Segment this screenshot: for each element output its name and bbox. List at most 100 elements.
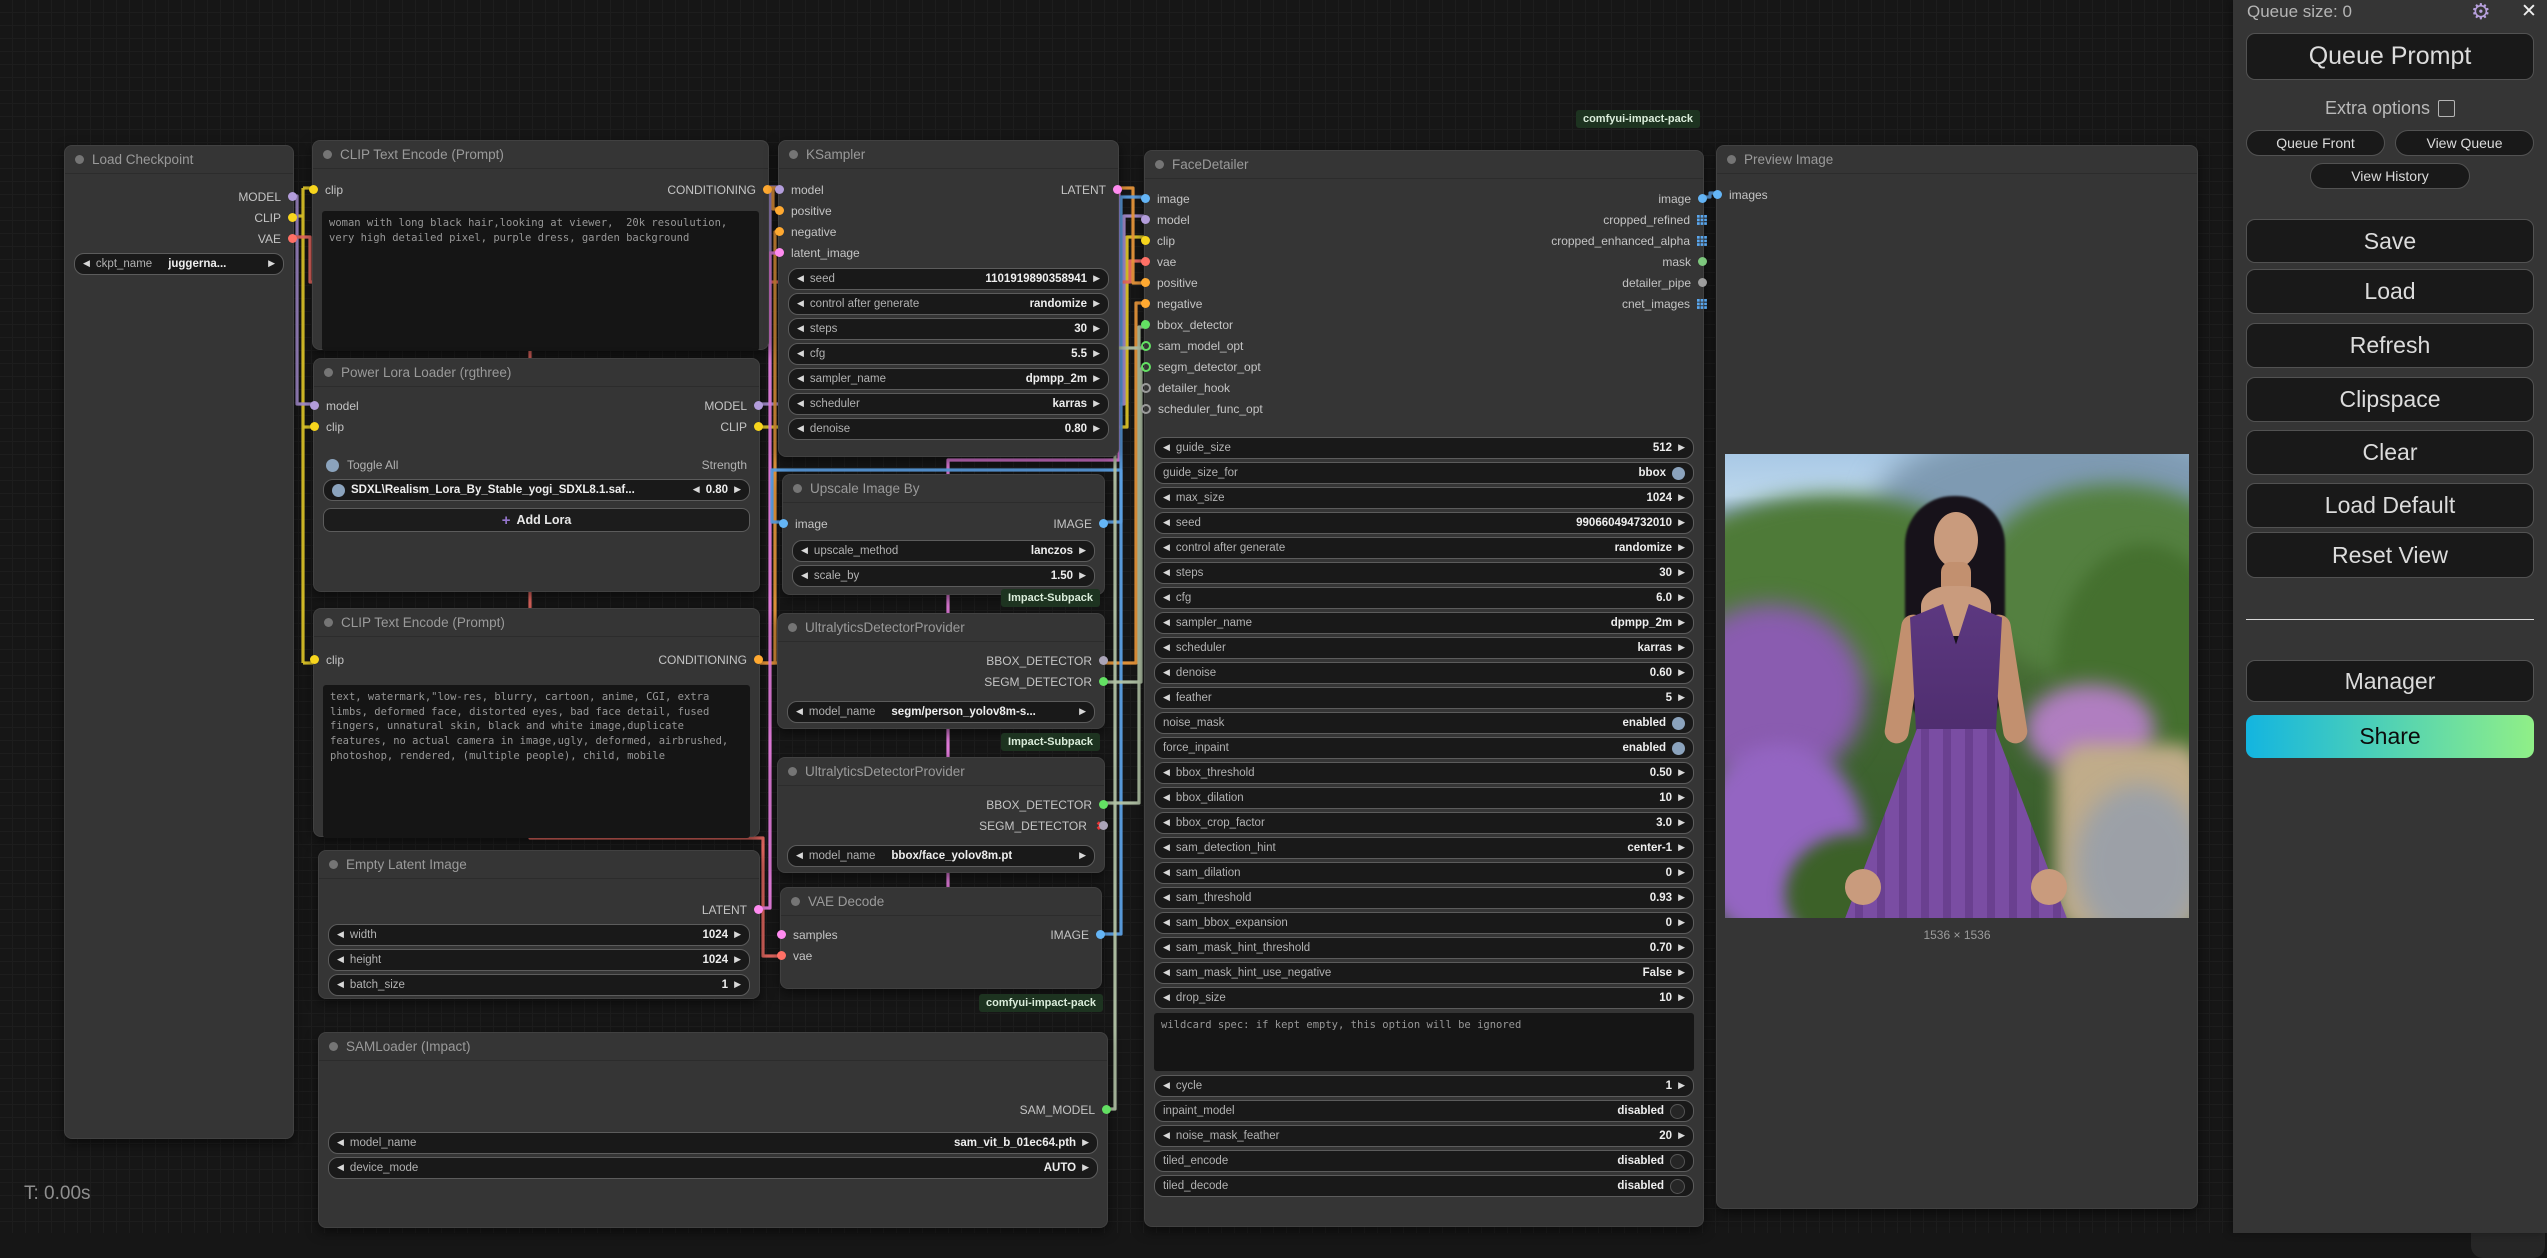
toggle-knob[interactable]	[326, 458, 339, 472]
input-port-model[interactable]: model	[775, 179, 976, 200]
widget-bbox-crop-factor[interactable]: ◀ bbox_crop_factor 3.0 ▶	[1154, 812, 1694, 834]
node-ultralytics-detector-segm[interactable]: UltralyticsDetectorProvider BBOX_DETECTO…	[777, 613, 1108, 729]
input-port-model[interactable]: model	[310, 395, 572, 416]
textarea-wildcard-spec[interactable]: wildcard spec: if kept empty, this optio…	[1154, 1013, 1694, 1071]
toggle-knob[interactable]	[1672, 716, 1685, 730]
input-port-image[interactable]: image	[1141, 188, 1469, 209]
node-vae-decode[interactable]: VAE Decode samples vae IMAGE	[777, 887, 1105, 989]
node-title-bar[interactable]: VAE Decode	[781, 888, 1101, 916]
widget-noise-mask[interactable]: noise_mask enabled	[1154, 712, 1694, 734]
load-button[interactable]: Load	[2246, 269, 2534, 314]
output-port-CLIP[interactable]: CLIP	[197, 207, 297, 228]
refresh-button[interactable]: Refresh	[2246, 323, 2534, 368]
input-port-negative[interactable]: negative	[1141, 293, 1469, 314]
widget-seed[interactable]: ◀ seed 1101919890358941 ▶	[788, 268, 1109, 290]
settings-gear-icon[interactable]: ⚙	[2471, 0, 2491, 25]
toggle-knob[interactable]	[1670, 1103, 1685, 1119]
output-port-SEGM_DETECTOR[interactable]: ✖SEGM_DETECTOR	[967, 815, 1108, 836]
widget-denoise[interactable]: ◀ denoise 0.60 ▶	[1154, 662, 1694, 684]
toggle-knob[interactable]	[1672, 466, 1685, 480]
node-title-bar[interactable]: Power Lora Loader (rgthree)	[314, 359, 759, 387]
node-title-bar[interactable]: UltralyticsDetectorProvider	[778, 614, 1104, 642]
input-port-detailer_hook[interactable]: detailer_hook	[1141, 377, 1469, 398]
output-port-cropped_refined[interactable]: cropped_refined	[1469, 209, 1707, 230]
view-queue-button[interactable]: View Queue	[2395, 130, 2534, 156]
widget-model-name[interactable]: ◀ model_name segm/person_yolov8m-s... ▶	[787, 701, 1095, 723]
widget-sam-bbox-expansion[interactable]: ◀ sam_bbox_expansion 0 ▶	[1154, 912, 1694, 934]
output-port-LATENT[interactable]: LATENT	[976, 179, 1122, 200]
node-ultralytics-detector-bbox[interactable]: UltralyticsDetectorProvider BBOX_DETECTO…	[777, 757, 1108, 873]
output-port-MODEL[interactable]: MODEL	[197, 186, 297, 207]
widget-sampler-name[interactable]: ◀ sampler_name dpmpp_2m ▶	[1154, 612, 1694, 634]
widget-scale-by[interactable]: ◀ scale_by 1.50 ▶	[792, 565, 1095, 587]
node-title-bar[interactable]: KSampler	[779, 141, 1118, 169]
widget-max-size[interactable]: ◀ max_size 1024 ▶	[1154, 487, 1694, 509]
widget-steps[interactable]: ◀ steps 30 ▶	[1154, 562, 1694, 584]
input-port-positive[interactable]: positive	[775, 200, 976, 221]
clear-button[interactable]: Clear	[2246, 430, 2534, 475]
widget-drop-size[interactable]: ◀ drop_size 10 ▶	[1154, 987, 1694, 1009]
input-port-image[interactable]: image	[779, 513, 969, 534]
collapse-dot-icon[interactable]	[1727, 155, 1736, 164]
widget-seed[interactable]: ◀ seed 990660494732010 ▶	[1154, 512, 1694, 534]
input-port-images[interactable]: images	[1713, 184, 1995, 205]
node-title-bar[interactable]: UltralyticsDetectorProvider	[778, 758, 1104, 786]
widget-tiled-decode[interactable]: tiled_decode disabled	[1154, 1175, 1694, 1197]
toggle-all-row[interactable]: Toggle All Strength	[326, 454, 747, 476]
collapse-dot-icon[interactable]	[788, 623, 797, 632]
output-port-mask[interactable]: mask	[1469, 251, 1707, 272]
toggle-knob[interactable]	[332, 483, 345, 497]
widget-scheduler[interactable]: ◀ scheduler karras ▶	[1154, 637, 1694, 659]
output-port-LATENT[interactable]: LATENT	[574, 899, 763, 920]
output-port-cnet_images[interactable]: cnet_images	[1469, 293, 1707, 314]
toggle-knob[interactable]	[1670, 1178, 1685, 1194]
node-samloader[interactable]: SAMLoader (Impact) SAM_MODEL ◀ model_name s…	[318, 1032, 1111, 1228]
collapse-dot-icon[interactable]	[788, 767, 797, 776]
add-lora-button[interactable]: + Add Lora	[323, 508, 750, 532]
node-clip-text-encode-positive[interactable]: CLIP Text Encode (Prompt) clip CONDITIONI…	[309, 140, 772, 351]
widget-device-mode[interactable]: ◀ device_mode AUTO ▶	[328, 1157, 1098, 1179]
widget-control-after-generate[interactable]: ◀ control after generate randomize ▶	[1154, 537, 1694, 559]
node-load-checkpoint[interactable]: Load Checkpoint MODEL CLIP VAE ◀ ckpt_name ju…	[64, 145, 297, 1139]
widget-width[interactable]: ◀ width 1024 ▶	[328, 924, 750, 946]
node-title-bar[interactable]: Upscale Image By	[783, 475, 1104, 503]
output-port-CONDITIONING[interactable]: CONDITIONING	[572, 649, 763, 670]
node-preview-image[interactable]: Preview Image images 1536 × 1536	[1713, 145, 2198, 1209]
widget-feather[interactable]: ◀ feather 5 ▶	[1154, 687, 1694, 709]
node-title-bar[interactable]: CLIP Text Encode (Prompt)	[313, 141, 768, 169]
save-button[interactable]: Save	[2246, 219, 2534, 263]
collapse-dot-icon[interactable]	[324, 618, 333, 627]
widget-bbox-dilation[interactable]: ◀ bbox_dilation 10 ▶	[1154, 787, 1694, 809]
collapse-dot-icon[interactable]	[324, 368, 333, 377]
node-canvas[interactable]: Load Checkpoint MODEL CLIP VAE ◀ ckpt_name ju…	[0, 0, 2547, 1258]
widget-bbox-threshold[interactable]: ◀ bbox_threshold 0.50 ▶	[1154, 762, 1694, 784]
widget-batch-size[interactable]: ◀ batch_size 1 ▶	[328, 974, 750, 996]
toggle-knob[interactable]	[1672, 741, 1685, 755]
node-title-bar[interactable]: CLIP Text Encode (Prompt)	[314, 609, 759, 637]
textarea-positive-prompt[interactable]: woman with long black hair,looking at vi…	[322, 211, 759, 351]
input-port-clip[interactable]: clip	[309, 179, 577, 200]
extra-options-checkbox[interactable]	[2438, 100, 2456, 117]
widget-steps[interactable]: ◀ steps 30 ▶	[788, 318, 1109, 340]
widget-sam-dilation[interactable]: ◀ sam_dilation 0 ▶	[1154, 862, 1694, 884]
collapse-dot-icon[interactable]	[329, 1042, 338, 1051]
widget-model-name[interactable]: ◀ model_name sam_vit_b_01ec64.pth ▶	[328, 1132, 1098, 1154]
widget-sdxl-realism-lora-by-stable-yogi-sdxl8-1-saf-[interactable]: SDXL\Realism_Lora_By_Stable_yogi_SDXL8.1…	[323, 479, 750, 501]
node-title-bar[interactable]: FaceDetailer	[1145, 151, 1703, 179]
input-port-clip[interactable]: clip	[1141, 230, 1469, 251]
output-port-IMAGE[interactable]: IMAGE	[969, 513, 1108, 534]
view-history-button[interactable]: View History	[2310, 163, 2470, 189]
node-facedetailer[interactable]: FaceDetailer image model clip vae positive ne…	[1141, 150, 1707, 1227]
output-port-image[interactable]: image	[1469, 188, 1707, 209]
widget-sampler-name[interactable]: ◀ sampler_name dpmpp_2m ▶	[788, 368, 1109, 390]
collapse-dot-icon[interactable]	[323, 150, 332, 159]
node-ksampler[interactable]: KSampler model positive negative latent_ima…	[775, 140, 1122, 457]
node-upscale-image-by[interactable]: Upscale Image By image IMAGE ◀ upscale_meth…	[779, 474, 1108, 595]
toggle-knob[interactable]	[1670, 1153, 1685, 1169]
input-port-negative[interactable]: negative	[775, 221, 976, 242]
output-port-CONDITIONING[interactable]: CONDITIONING	[577, 179, 772, 200]
textarea-negative-prompt[interactable]: text, watermark,"low-res, blurry, cartoo…	[323, 685, 750, 838]
widget-cfg[interactable]: ◀ cfg 5.5 ▶	[788, 343, 1109, 365]
input-port-sam_model_opt[interactable]: sam_model_opt	[1141, 335, 1469, 356]
widget-height[interactable]: ◀ height 1024 ▶	[328, 949, 750, 971]
